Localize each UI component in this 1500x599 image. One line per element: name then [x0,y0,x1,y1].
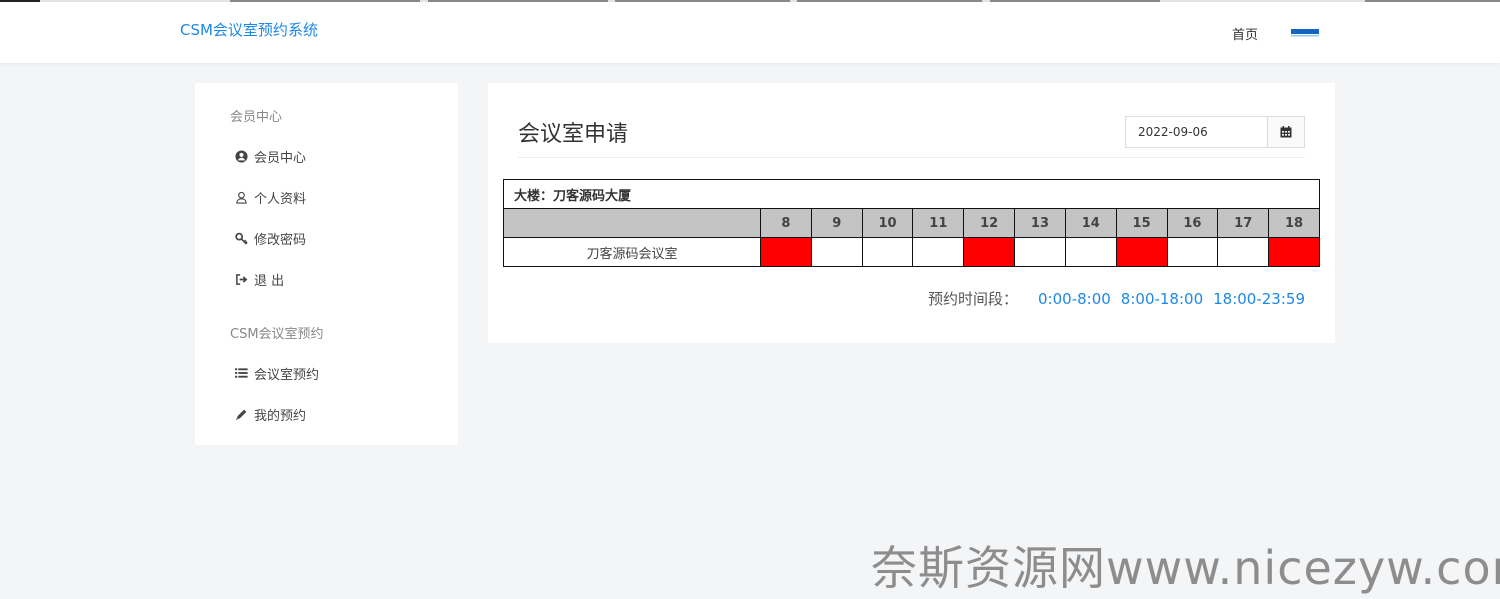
building-name: 大楼：刀客源码大厦 [503,179,1320,209]
user-circle-icon [233,148,249,164]
booked-slot[interactable] [760,237,812,267]
top-navbar: CSM会议室预约系统 首页 [0,2,1500,63]
brand-link[interactable]: CSM会议室预约系统 [180,19,318,40]
sidebar-item-label: 我的预约 [254,408,307,424]
sign-out-icon [233,271,249,287]
hour-header-cell: 17 [1217,208,1270,238]
user-icon [233,189,249,205]
room-column-header [503,208,761,238]
free-slot[interactable] [1064,237,1117,267]
free-slot[interactable] [861,237,914,267]
date-picker [1125,116,1305,148]
booking-grid: 大楼：刀客源码大厦 8 9 10 11 12 13 14 15 16 17 18 刀客源码会议室 [503,179,1320,267]
sidebar-item-change-password[interactable]: 修改密码 [233,227,306,249]
free-slot[interactable] [1166,237,1219,267]
booked-slot[interactable] [1115,237,1168,267]
pencil-icon [233,406,249,422]
booking-panel: 会议室申请 大楼：刀客源码大厦 89101112131415161718 刀客源… [488,83,1335,343]
nav-home-link[interactable]: 首页 [1232,24,1258,43]
sidebar-item-label: 修改密码 [254,232,307,248]
time-range-label: 预约时间段： [928,290,1019,308]
booked-slot[interactable] [963,237,1016,267]
page-title: 会议室申请 [518,122,629,147]
free-slot[interactable] [1217,237,1270,267]
hour-header-row: 8 9 10 11 12 13 14 15 16 17 18 [503,208,1320,238]
sidebar-item-my-bookings[interactable]: 我的预约 [233,403,306,425]
sidebar-item-label: 退 出 [254,273,285,289]
hour-header-cell: 8 [760,208,812,238]
site-logo[interactable] [1291,28,1319,38]
key-icon [233,230,249,246]
sidebar-item-logout[interactable]: 退 出 [233,268,284,290]
time-range-morning-link[interactable]: 0:00-8:00 [1038,290,1111,308]
watermark: 奈斯资源网www.nicezyw.com [871,541,1500,595]
hour-header-cell: 11 [912,208,965,238]
calendar-button[interactable] [1267,117,1304,147]
sidebar-item-member-center[interactable]: 会员中心 [233,145,306,167]
list-icon [233,365,249,381]
sidebar-item-room-booking[interactable]: 会议室预约 [233,362,319,384]
hour-header-cell: 18 [1268,208,1320,238]
sidebar: 会员中心 会员中心 个人资料 修改密码 退 出 CSM会议室预约 会议室预约 我… [195,83,458,445]
sidebar-section-booking: CSM会议室预约 [230,327,324,342]
sidebar-item-label: 个人资料 [254,191,307,207]
sidebar-item-profile[interactable]: 个人资料 [233,186,306,208]
booked-slot[interactable] [1268,237,1320,267]
hour-header-cell: 15 [1115,208,1168,238]
time-range-evening-link[interactable]: 18:00-23:59 [1213,290,1305,308]
hour-header-cell: 13 [1014,208,1066,238]
hour-header-cell: 10 [861,208,914,238]
free-slot[interactable] [912,237,965,267]
hour-header-cell: 16 [1166,208,1219,238]
hour-header-cell: 9 [810,208,863,238]
free-slot[interactable] [810,237,863,267]
room-row: 刀客源码会议室 [503,237,1320,267]
hour-header-cell: 12 [963,208,1016,238]
title-divider [518,157,1305,158]
free-slot[interactable] [1014,237,1066,267]
calendar-icon [1280,126,1292,138]
time-range-day-link[interactable]: 8:00-18:00 [1121,290,1203,308]
time-range-legend: 预约时间段： 0:00-8:00 8:00-18:00 18:00-23:59 [928,288,1305,309]
hour-header-cell: 14 [1064,208,1117,238]
sidebar-item-label: 会议室预约 [254,367,320,383]
room-name: 刀客源码会议室 [503,237,761,267]
sidebar-item-label: 会员中心 [254,150,307,166]
date-input[interactable] [1126,117,1267,147]
sidebar-section-member: 会员中心 [230,110,283,125]
